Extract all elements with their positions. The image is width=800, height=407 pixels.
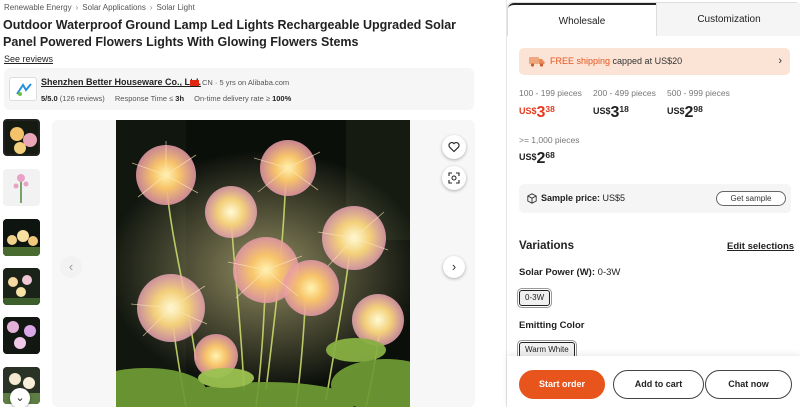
supplier-country: CN (202, 78, 213, 87)
tier-price: US$338 (519, 104, 555, 121)
get-sample-button[interactable]: Get sample (716, 191, 786, 206)
tier-range: 100 - 199 pieces (519, 88, 582, 98)
response-time-value: 3h (175, 94, 185, 103)
tier-range: >= 1,000 pieces (519, 135, 580, 145)
sample-price-box: Sample price: US$5 Get sample (519, 184, 791, 213)
tab-wholesale[interactable]: Wholesale (508, 3, 656, 36)
box-icon (527, 193, 537, 204)
tab-customization[interactable]: Customization (656, 3, 800, 36)
product-title: Outdoor Waterproof Ground Lamp Led Light… (3, 18, 457, 49)
chat-now-button[interactable]: Chat now (705, 370, 792, 399)
sample-price-label: Sample price: (541, 193, 601, 203)
supplier-review-count: (126 reviews) (59, 94, 105, 103)
chevron-right-icon: › (149, 3, 153, 12)
truck-icon (529, 57, 545, 67)
supplier-rating: 5/5.0 (41, 94, 58, 103)
action-bar: Start order Add to cart Chat now (507, 356, 800, 407)
thumbnail[interactable] (3, 169, 40, 206)
image-viewer: ‹ › (52, 120, 475, 407)
chevron-right-icon: › (75, 3, 79, 12)
thumbnail[interactable] (3, 268, 40, 305)
shipping-banner[interactable]: FREE shipping capped at US$20 › (519, 48, 790, 75)
breadcrumb: Renewable Energy › Solar Applications › Sola… (4, 3, 195, 12)
chevron-right-icon: › (778, 55, 782, 67)
add-to-cart-button[interactable]: Add to cart (613, 370, 704, 399)
emitting-color-label: Emitting Color (519, 320, 585, 331)
see-reviews-link[interactable]: See reviews (4, 54, 53, 64)
shipping-cap-text: capped at US$20 (610, 56, 683, 66)
solar-power-value: 0-3W (597, 267, 621, 278)
purchase-panel: Wholesale Customization FREE shipping ca… (506, 0, 800, 407)
thumbnail[interactable] (3, 317, 40, 354)
chevron-down-icon[interactable]: ⌄ (10, 388, 30, 407)
sample-price-value: US$5 (602, 193, 626, 203)
previous-image-button[interactable]: ‹ (60, 256, 82, 278)
purchase-tabs: Wholesale Customization (507, 2, 800, 36)
option-chip-0-3w[interactable]: 0-3W (516, 288, 553, 308)
supplier-stats: 5/5.0 (126 reviews) Response Time ≤ 3h O… (41, 94, 291, 103)
visual-search-button[interactable] (442, 166, 466, 190)
product-gallery-column: Renewable Energy › Solar Applications › Sola… (0, 0, 505, 407)
supplier-logo (9, 77, 37, 101)
thumbnail[interactable] (3, 219, 40, 256)
tier-range: 200 - 499 pieces (593, 88, 656, 98)
breadcrumb-item[interactable]: Solar Light (157, 3, 195, 12)
variations-heading: Variations (519, 240, 574, 252)
breadcrumb-item[interactable]: Renewable Energy (4, 3, 72, 12)
favorite-button[interactable] (442, 135, 466, 159)
start-order-button[interactable]: Start order (519, 370, 605, 399)
delivery-rate-label: On-time delivery rate ≥ (194, 94, 270, 103)
product-page: Renewable Energy › Solar Applications › Sola… (0, 0, 800, 407)
next-image-button[interactable]: › (443, 256, 465, 278)
edit-selections-link[interactable]: Edit selections (727, 241, 794, 252)
main-product-image (116, 120, 410, 407)
tier-price: US$268 (519, 150, 555, 167)
supplier-name-link[interactable]: Shenzhen Better Houseware Co., Ltd. (41, 77, 201, 87)
china-flag-icon (190, 80, 199, 86)
solar-power-label: Solar Power (W): 0-3W (519, 267, 621, 278)
supplier-card: Shenzhen Better Houseware Co., Ltd. CN ·… (4, 68, 474, 110)
supplier-years: 5 yrs on Alibaba.com (219, 78, 290, 87)
delivery-rate-value: 100% (272, 94, 292, 103)
tier-price: US$298 (667, 104, 703, 121)
tier-range: 500 - 999 pieces (667, 88, 730, 98)
heart-icon (448, 142, 460, 153)
breadcrumb-item[interactable]: Solar Applications (82, 3, 146, 12)
supplier-origin: CN · 5 yrs on Alibaba.com (190, 78, 289, 87)
tier-price: US$318 (593, 104, 629, 121)
response-time-label: Response Time ≤ (114, 94, 174, 103)
visual-search-icon (448, 172, 460, 184)
thumbnail[interactable] (3, 119, 40, 156)
free-shipping-label: FREE shipping (550, 56, 611, 66)
